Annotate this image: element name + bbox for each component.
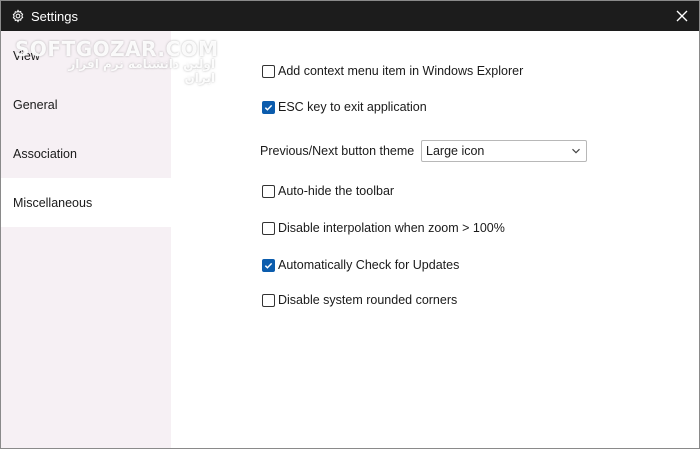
close-button[interactable] xyxy=(665,1,699,31)
auto-update-checkbox[interactable] xyxy=(262,258,275,272)
context-menu-checkbox[interactable] xyxy=(262,64,275,78)
settings-window: Settings View General Association Miscel… xyxy=(0,0,700,449)
rounded-corners-checkbox[interactable] xyxy=(262,293,275,307)
setting-auto-hide[interactable]: Auto-hide the toolbar xyxy=(262,184,394,198)
sidebar-item-miscellaneous[interactable]: Miscellaneous xyxy=(1,178,171,227)
setting-context-menu[interactable]: Add context menu item in Windows Explore… xyxy=(262,64,523,78)
sidebar-item-general[interactable]: General xyxy=(1,80,171,129)
setting-rounded-corners[interactable]: Disable system rounded corners xyxy=(262,293,457,307)
sidebar-item-label: Association xyxy=(13,146,77,161)
button-theme-select[interactable]: Large icon xyxy=(421,140,587,162)
sidebar-item-association[interactable]: Association xyxy=(1,129,171,178)
settings-sidebar: View General Association Miscellaneous xyxy=(1,31,171,448)
window-title: Settings xyxy=(31,9,78,24)
title-bar[interactable]: Settings xyxy=(1,1,699,31)
sidebar-item-view[interactable]: View xyxy=(1,31,171,80)
rounded-corners-label: Disable system rounded corners xyxy=(278,293,458,307)
disable-interpolation-checkbox[interactable] xyxy=(262,221,275,235)
auto-hide-label: Auto-hide the toolbar xyxy=(278,184,395,198)
sidebar-item-label: Miscellaneous xyxy=(13,195,93,210)
setting-disable-interpolation[interactable]: Disable interpolation when zoom > 100% xyxy=(262,221,505,235)
auto-hide-checkbox[interactable] xyxy=(262,184,275,198)
chevron-down-icon xyxy=(572,148,580,154)
checkmark-icon xyxy=(264,262,273,269)
setting-esc-exit[interactable]: ESC key to exit application xyxy=(262,100,427,114)
esc-exit-label: ESC key to exit application xyxy=(278,100,427,114)
gear-icon xyxy=(10,8,26,24)
sidebar-item-label: View xyxy=(13,48,40,63)
context-menu-label: Add context menu item in Windows Explore… xyxy=(278,64,524,78)
esc-exit-checkbox[interactable] xyxy=(262,100,275,114)
button-theme-label: Previous/Next button theme xyxy=(260,144,415,158)
sidebar-item-label: General xyxy=(13,97,58,112)
checkmark-icon xyxy=(264,104,273,111)
auto-update-label: Automatically Check for Updates xyxy=(278,258,460,272)
close-icon xyxy=(676,10,688,22)
disable-interpolation-label: Disable interpolation when zoom > 100% xyxy=(278,221,505,235)
setting-auto-update[interactable]: Automatically Check for Updates xyxy=(262,258,459,272)
button-theme-value: Large icon xyxy=(426,144,485,158)
